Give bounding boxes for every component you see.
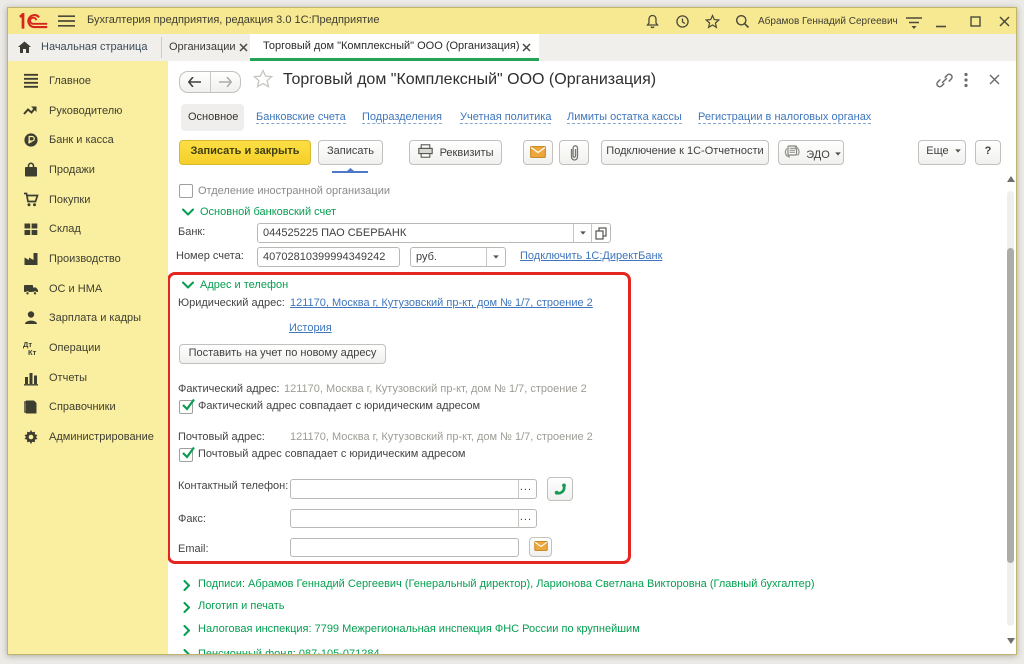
svg-text:Кт: Кт	[28, 348, 37, 356]
